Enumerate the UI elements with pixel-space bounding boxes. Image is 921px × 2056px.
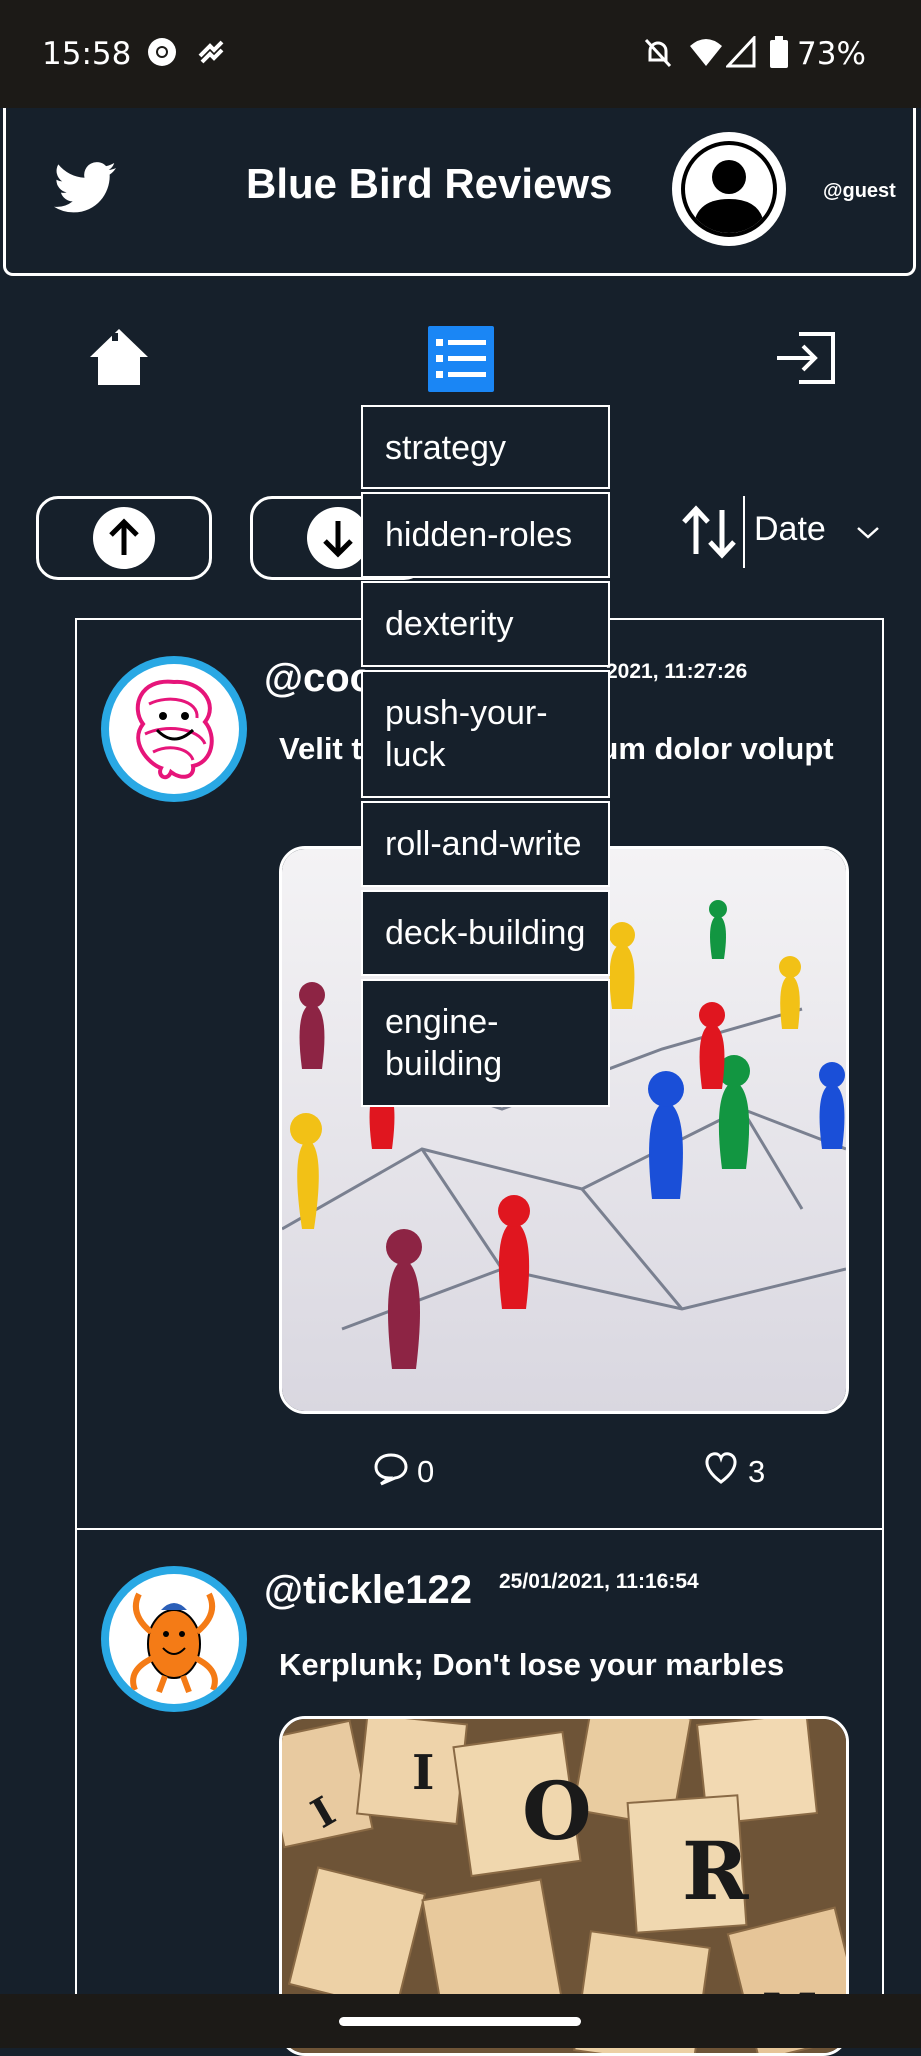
status-time: 15:58 bbox=[42, 36, 132, 72]
signal-icon bbox=[724, 34, 756, 73]
navigation-bar bbox=[0, 1994, 921, 2048]
comment-icon[interactable] bbox=[373, 1452, 409, 1491]
comment-count: 0 bbox=[417, 1454, 435, 1489]
username-label: @guest bbox=[823, 180, 896, 202]
select-divider bbox=[743, 496, 745, 568]
sort-ascending-button[interactable] bbox=[36, 496, 212, 580]
swap-vertical-icon bbox=[682, 505, 736, 559]
category-option-roll-and-write[interactable]: roll-and-write bbox=[361, 801, 610, 887]
svg-text:O: O bbox=[522, 1764, 592, 1858]
wifi-icon bbox=[688, 36, 724, 73]
twitter-bird-icon[interactable] bbox=[54, 160, 118, 221]
category-list-button[interactable] bbox=[428, 326, 494, 392]
post-date: 25/01/2021, 11:16:54 bbox=[499, 1570, 699, 1593]
category-option-dexterity[interactable]: dexterity bbox=[361, 581, 610, 667]
app-header: Blue Bird Reviews @guest bbox=[3, 108, 916, 276]
category-option-deck-building[interactable]: deck-building bbox=[361, 890, 610, 976]
like-count: 3 bbox=[748, 1454, 766, 1489]
home-icon[interactable] bbox=[88, 327, 150, 392]
chrome-icon bbox=[146, 36, 178, 73]
category-option-push-your-luck[interactable]: push-your-luck bbox=[361, 670, 610, 798]
user-avatar[interactable] bbox=[672, 132, 786, 246]
list-icon bbox=[436, 339, 486, 378]
heart-icon[interactable] bbox=[703, 1452, 739, 1489]
login-icon[interactable] bbox=[773, 330, 839, 391]
category-option-engine-building[interactable]: engine-building bbox=[361, 979, 610, 1107]
post-title: Kerplunk; Don't lose your marbles bbox=[279, 1647, 785, 1682]
post-handle[interactable]: @coo bbox=[264, 656, 374, 701]
orange-character-icon bbox=[130, 1592, 218, 1694]
home-gesture-handle[interactable] bbox=[339, 2017, 581, 2026]
user-avatar-image[interactable] bbox=[101, 1566, 247, 1712]
arrow-down-icon bbox=[323, 521, 353, 558]
battery-level: 73% bbox=[797, 36, 866, 72]
battery-icon bbox=[768, 36, 790, 75]
user-avatar-image[interactable] bbox=[101, 656, 247, 802]
review-card[interactable]: @tickle122 25/01/2021, 11:16:54 Kerplunk… bbox=[75, 1528, 884, 2056]
sync-icon bbox=[196, 36, 226, 73]
person-icon bbox=[693, 160, 765, 233]
post-date: 2021, 11:27:26 bbox=[606, 660, 748, 683]
status-bar: 15:58 73% bbox=[0, 0, 921, 108]
notifications-off-icon bbox=[642, 36, 674, 75]
post-handle[interactable]: @tickle122 bbox=[264, 1568, 472, 1613]
svg-text:R: R bbox=[682, 1824, 749, 1918]
svg-text:I: I bbox=[412, 1745, 434, 1801]
category-dropdown-menu: strategy hidden-roles dexterity push-you… bbox=[361, 405, 610, 1110]
scribble-character-icon bbox=[135, 679, 214, 780]
chevron-down-icon bbox=[857, 527, 879, 539]
sort-by-value: Date bbox=[754, 510, 826, 548]
arrow-up-icon bbox=[109, 518, 139, 555]
category-option-hidden-roles[interactable]: hidden-roles bbox=[361, 492, 610, 578]
app-title: Blue Bird Reviews bbox=[246, 160, 613, 207]
category-option-strategy[interactable]: strategy bbox=[361, 405, 610, 489]
